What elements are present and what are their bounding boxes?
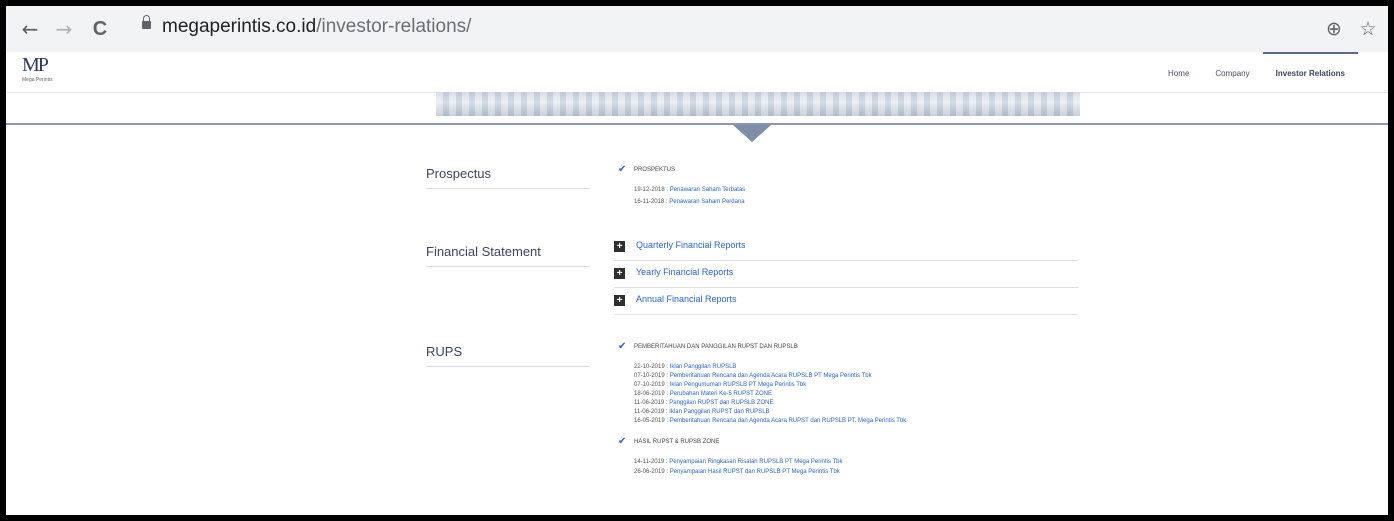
rups-heading: RUPS (426, 344, 463, 359)
rups-link[interactable]: 26-06-2019 : Penyampaian Hasil RUPST dan… (634, 468, 840, 476)
financial-heading: Financial Statement (426, 244, 541, 259)
browser-window: ← → C megaperintis.co.id/investor-relati… (6, 6, 1388, 515)
prospectus-heading: Prospectus (426, 166, 492, 181)
link-title[interactable]: Penyampaian Ringkasan Risalah RUPSLB PT … (669, 459, 842, 465)
accordion-annual[interactable]: + Annual Financial Reports (614, 288, 1078, 315)
financial-underline (426, 266, 590, 267)
rups-link[interactable]: 22-10-2019 : Iklan Panggilan RUPSLB (634, 363, 736, 371)
expand-plus-icon[interactable]: + (614, 241, 625, 252)
rups-link[interactable]: 07-10-2019 : Iklan Pengumuman RUPSLB PT … (634, 381, 806, 389)
rups-underline (426, 366, 590, 367)
accordion-quarterly[interactable]: + Quarterly Financial Reports (614, 234, 1078, 261)
rups-link[interactable]: 14-11-2019 : Penyampaian Ringkasan Risal… (634, 458, 842, 466)
link-date: 07-10-2019 : (634, 373, 670, 379)
check-icon: ✔ (618, 341, 627, 352)
accordion-label[interactable]: Yearly Financial Reports (636, 267, 733, 277)
link-title[interactable]: Penawaran Saham Perdana (669, 199, 744, 205)
link-title[interactable]: Penawaran Saham Terbatas (670, 187, 746, 193)
link-title[interactable]: Penyampaian Hasil RUPST dan RUPSLB PT Me… (670, 469, 840, 475)
rups-link[interactable]: 18-06-2019 : Perubahan Materi Ke-5 RUPST… (634, 390, 772, 398)
link-date: 18-06-2019 : (634, 391, 670, 397)
rups-link[interactable]: 11-06-2019 : Panggilan RUPST dan RUPSLB … (634, 399, 774, 407)
investor-content: Prospectus ✔ PROSPEKTUS 19-12-2018 : Pen… (6, 6, 1388, 515)
rups-link[interactable]: 07-10-2019 : Pemberitahuan Rencana dan A… (634, 372, 872, 380)
rups-link[interactable]: 11-06-2019 : Iklan Panggilan RUPST dan R… (634, 408, 770, 416)
link-date: 16-11-2018 : (634, 199, 670, 205)
accordion-yearly[interactable]: + Yearly Financial Reports (614, 261, 1078, 288)
link-title[interactable]: Iklan Pengumuman RUPSLB PT Mega Perintis… (670, 382, 807, 388)
check-icon: ✔ (618, 436, 627, 447)
check-icon: ✔ (618, 164, 627, 175)
link-date: 11-06-2019 : (634, 409, 670, 415)
rups-caption-results: HASIL RUPST & RUPSB ZONE (634, 439, 720, 445)
link-title[interactable]: Pemberitahuan Rencana dan Agenda Acara R… (670, 418, 907, 424)
link-date: 26-06-2019 : (634, 469, 670, 475)
link-date: 22-10-2019 : (634, 364, 670, 370)
link-title[interactable]: Panggilan RUPST dan RUPSLB ZONE (669, 400, 773, 406)
expand-plus-icon[interactable]: + (614, 295, 625, 306)
link-date: 16-05-2019 : (634, 418, 670, 424)
rups-link[interactable]: 16-05-2019 : Pemberitahuan Rencana dan A… (634, 417, 906, 425)
link-date: 14-11-2019 : (634, 459, 670, 465)
prospectus-underline (426, 188, 590, 189)
link-date: 07-10-2019 : (634, 382, 670, 388)
accordion-label[interactable]: Quarterly Financial Reports (636, 240, 746, 250)
link-title[interactable]: Perubahan Materi Ke-5 RUPST ZONE (670, 391, 772, 397)
link-date: 11-06-2019 : (634, 400, 670, 406)
prospectus-link[interactable]: 16-11-2018 : Penawaran Saham Perdana (634, 198, 745, 206)
prospectus-caption: PROSPEKTUS (634, 167, 676, 173)
prospectus-link[interactable]: 19-12-2018 : Penawaran Saham Terbatas (634, 186, 745, 194)
link-title[interactable]: Pemberitahuan Rencana dan Agenda Acara R… (670, 373, 872, 379)
rups-caption-notice: PEMBERITAHUAN DAN PANGGILAN RUPST DAN RU… (634, 344, 798, 350)
link-title[interactable]: Iklan Panggilan RUPST dan RUPSLB (669, 409, 769, 415)
accordion-label[interactable]: Annual Financial Reports (636, 294, 737, 304)
link-date: 19-12-2018 : (634, 187, 670, 193)
link-title[interactable]: Iklan Panggilan RUPSLB (670, 364, 737, 370)
expand-plus-icon[interactable]: + (614, 268, 625, 279)
